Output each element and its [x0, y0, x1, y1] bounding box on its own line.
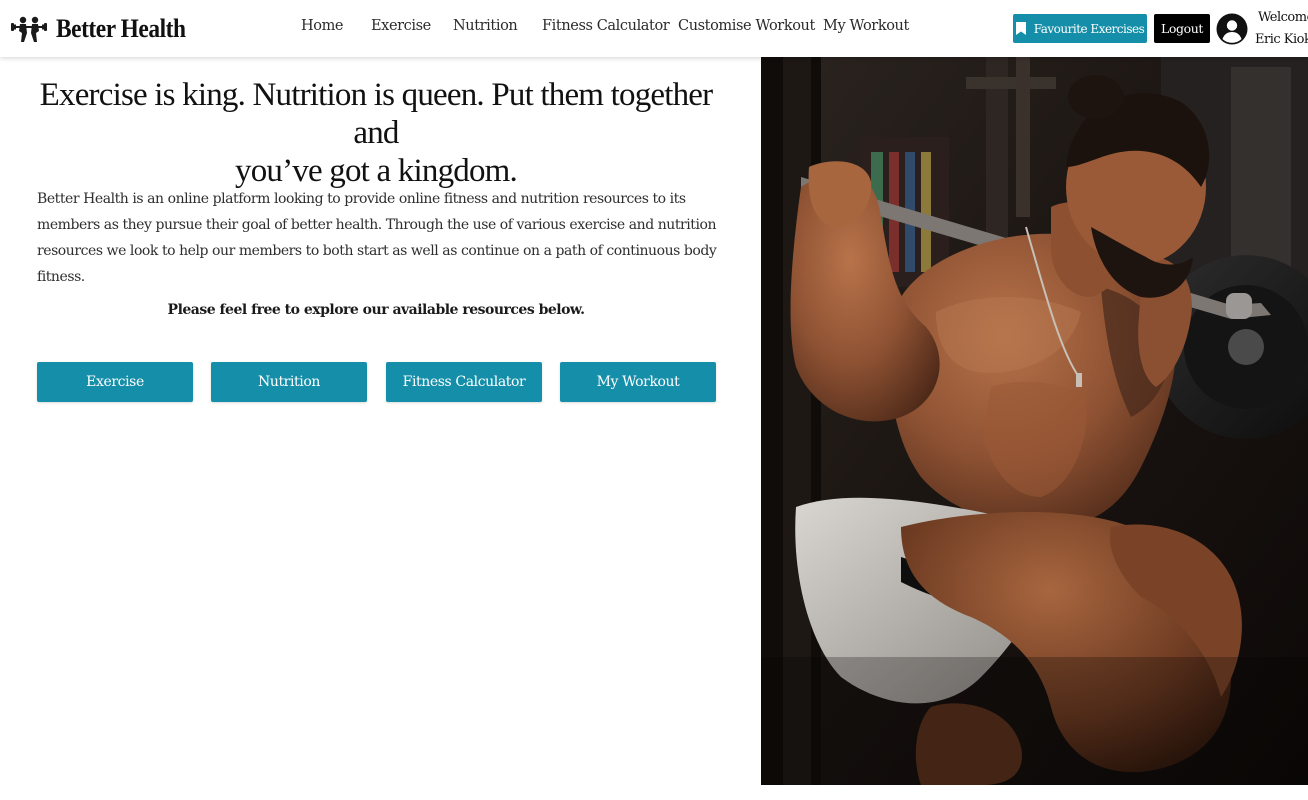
welcome-username: Eric Kioko — [1255, 32, 1308, 47]
page-headline: Exercise is king. Nutrition is queen. Pu… — [30, 76, 722, 190]
welcome-label: Welcome — [1258, 10, 1308, 25]
fitness-calculator-resource-button[interactable]: Fitness Calculator — [386, 362, 542, 402]
nav-nutrition[interactable]: Nutrition — [453, 18, 518, 34]
my-workout-resource-button[interactable]: My Workout — [560, 362, 716, 402]
nav-my-workout[interactable]: My Workout — [823, 18, 909, 34]
welcome-user: Welcome Eric Kioko — [1255, 7, 1308, 51]
favourite-exercises-label: Favourite Exercises — [1033, 21, 1145, 36]
headline-line-1: Exercise is king. Nutrition is queen. Pu… — [39, 77, 714, 151]
favourite-exercises-button[interactable]: Favourite Exercises — [1013, 14, 1147, 43]
logout-button[interactable]: Logout — [1154, 14, 1210, 43]
bookmark-icon — [1015, 22, 1026, 35]
brand-name: Better Health — [56, 14, 186, 43]
nav-fitness-calculator[interactable]: Fitness Calculator — [542, 18, 670, 34]
nav-customise-workout[interactable]: Customise Workout — [678, 18, 815, 34]
nav-home[interactable]: Home — [301, 18, 344, 34]
brand-logo-icon — [11, 16, 47, 42]
nutrition-resource-button[interactable]: Nutrition — [211, 362, 367, 402]
explore-prompt: Please feel free to explore our availabl… — [167, 302, 585, 318]
intro-paragraph: Better Health is an online platform look… — [37, 191, 717, 285]
hero-athlete-photo — [761, 57, 1308, 785]
user-circle-icon[interactable] — [1216, 13, 1248, 45]
exercise-resource-button[interactable]: Exercise — [37, 362, 193, 402]
brand[interactable]: Better Health — [10, 12, 200, 46]
nav-exercise[interactable]: Exercise — [371, 18, 431, 34]
top-navbar: Better Health Home Exercise Nutrition Fi… — [0, 0, 1308, 57]
headline-line-2: you’ve got a kingdom. — [235, 153, 518, 189]
